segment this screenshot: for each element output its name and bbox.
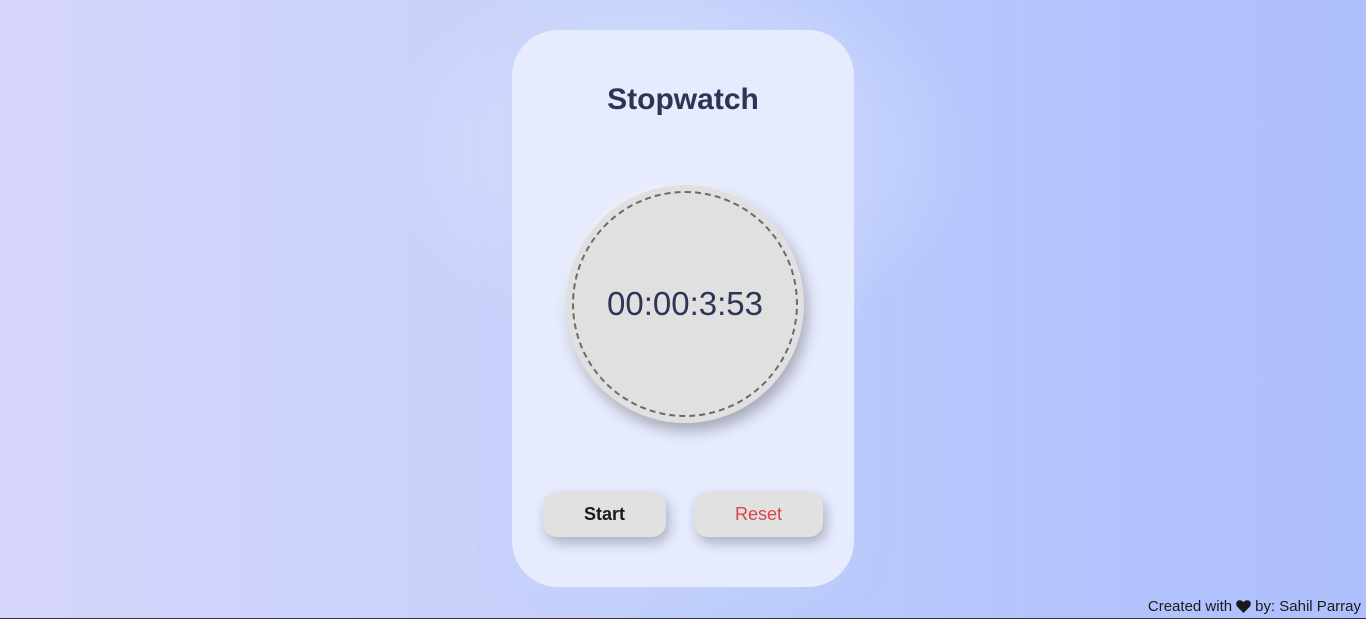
start-button[interactable]: Start xyxy=(543,492,666,537)
footer-author: by: Sahil Parray xyxy=(1255,598,1361,615)
stopwatch-card: Stopwatch 00:00:3:53 Start Reset xyxy=(512,30,854,587)
stopwatch-dial: 00:00:3:53 xyxy=(566,185,804,423)
heart-icon xyxy=(1236,600,1251,613)
page-title: Stopwatch xyxy=(607,83,759,116)
reset-button[interactable]: Reset xyxy=(694,492,823,537)
footer-credit: Created with by: Sahil Parray xyxy=(1148,598,1361,615)
elapsed-time-display: 00:00:3:53 xyxy=(607,285,763,322)
footer-prefix: Created with xyxy=(1147,598,1233,615)
